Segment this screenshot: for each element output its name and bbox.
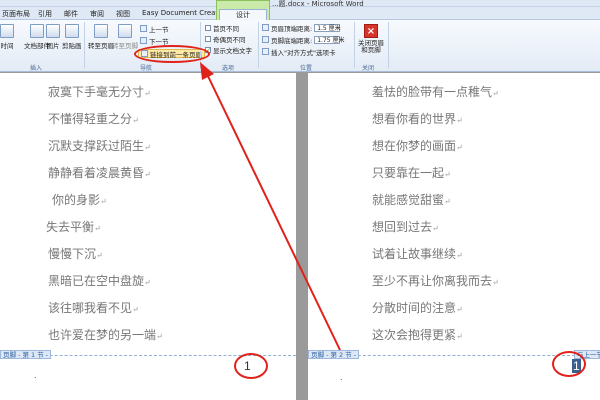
tab-page-layout[interactable]: 页面布局 <box>2 9 30 19</box>
text-line: 想在你梦的画面↵ <box>372 139 463 153</box>
checkbox-unchecked <box>205 35 211 42</box>
group-separator <box>354 22 355 68</box>
checkbox-unchecked <box>205 24 211 31</box>
text-line: 就能感觉甜蜜↵ <box>372 193 451 207</box>
text-line: 这次会抱得更紧↵ <box>372 328 463 342</box>
header-distance-icon <box>262 24 269 31</box>
tab-mailings[interactable]: 邮件 <box>64 9 78 19</box>
text-line: 失去平衡↵ <box>46 220 101 234</box>
tab-view[interactable]: 视图 <box>116 9 130 19</box>
tab-easy-document-creator[interactable]: Easy Document Creator <box>142 9 225 17</box>
page-left: 寂寞下手毫无分寸↵ 不懂得轻重之分↵ 沉默支撑跃过陌生↵ 静静看着凌晨黄昏↵ 你… <box>0 73 296 400</box>
clip-art-button[interactable]: 剪贴画 <box>62 24 82 50</box>
ribbon-tab-bar: 页面布局 引用 邮件 审阅 视图 Easy Document Creator <box>0 7 600 20</box>
annotation-ellipse-page-number <box>234 353 268 379</box>
prev-section-icon <box>140 25 147 32</box>
footer-section-tag: 页脚 - 第 1 节 - <box>0 350 52 359</box>
group-label-close: 关闭 <box>362 65 375 72</box>
document-area: 寂寞下手毫无分寸↵ 不懂得轻重之分↵ 沉默支撑跃过陌生↵ 静静看着凌晨黄昏↵ 你… <box>0 73 600 400</box>
show-document-text-checkbox[interactable]: ✓ 显示文档文字 <box>205 45 252 55</box>
prev-section-button[interactable]: 上一节 <box>140 24 169 34</box>
group-separator <box>200 22 201 68</box>
annotation-ellipse-link-button <box>134 45 210 63</box>
title-bar: ...题.docx - Microsoft Word <box>0 0 600 8</box>
paragraph-mark: . <box>340 373 343 382</box>
close-icon: × <box>364 24 378 38</box>
page-right: 羞怯的脸带有一点稚气↵ 想看你看的世界↵ 想在你梦的画面↵ 只要靠在一起↵ 就能… <box>308 73 600 400</box>
calendar-icon <box>0 24 14 38</box>
group-separator <box>388 22 389 68</box>
text-line: 分散时间的注意↵ <box>372 301 463 315</box>
text-line: 慢慢下沉↵ <box>48 247 103 261</box>
quick-parts-icon <box>30 24 44 38</box>
ribbon: 时间 文档部件 图片 剪贴画 插入 转至页眉 转至页脚 上一节 下一节 链接到前… <box>0 20 600 72</box>
paragraph-mark: . <box>34 371 37 380</box>
text-line: 只要靠在一起↵ <box>372 166 451 180</box>
text-line: 你的身影↵ <box>52 193 107 207</box>
next-section-icon <box>140 37 147 44</box>
header-top-distance: 页眉顶端距离: 1.5 厘米 <box>262 23 341 33</box>
next-section-button[interactable]: 下一节 <box>140 36 169 46</box>
footer-bottom-distance-input[interactable]: 1.75 厘米 <box>314 35 344 44</box>
group-separator <box>258 22 259 68</box>
group-label-insert: 插入 <box>30 65 43 72</box>
group-label-options: 选项 <box>222 65 235 72</box>
picture-button[interactable]: 图片 <box>46 24 60 50</box>
text-line: 沉默支撑跃过陌生↵ <box>48 139 151 153</box>
footer-section-tag: 页脚 - 第 2 节 - <box>308 350 360 359</box>
close-header-footer-button[interactable]: × 关闭页眉和页脚 <box>356 24 386 54</box>
footer-bottom-distance: 页脚底端距离: 1.75 厘米 <box>262 35 344 45</box>
text-line: 黑暗已在空中盘旋↵ <box>48 274 151 288</box>
group-label-navigation: 导航 <box>140 65 153 72</box>
first-page-different-checkbox[interactable]: 首页不同 <box>205 23 239 33</box>
odd-even-different-checkbox[interactable]: 奇偶页不同 <box>205 34 246 44</box>
header-top-distance-input[interactable]: 1.5 厘米 <box>314 23 341 32</box>
goto-header-icon <box>94 24 108 38</box>
tab-review[interactable]: 审阅 <box>90 9 104 19</box>
group-separator <box>84 22 85 68</box>
footer-distance-icon <box>262 36 269 43</box>
tab-references[interactable]: 引用 <box>38 9 52 19</box>
insert-align-tab-button[interactable]: 插入"对齐方式"选项卡 <box>262 47 335 57</box>
text-line: 至少不再让你离我而去↵ <box>372 274 499 288</box>
text-line: 羞怯的脸带有一点稚气↵ <box>372 85 499 99</box>
text-line: 想回到过去↵ <box>372 220 439 234</box>
align-tab-icon <box>262 48 269 55</box>
date-time-button[interactable]: 时间 <box>0 24 14 50</box>
text-line: 不懂得轻重之分↵ <box>48 112 139 126</box>
picture-icon <box>46 24 60 38</box>
annotation-ellipse-page-number <box>552 351 586 377</box>
text-line: 想看你看的世界↵ <box>372 112 463 126</box>
group-label-position: 位置 <box>300 65 313 72</box>
text-line: 寂寞下手毫无分寸↵ <box>48 85 151 99</box>
goto-footer-icon <box>118 24 132 38</box>
text-line: 静静看着凌晨黄昏↵ <box>48 166 151 180</box>
goto-footer-button[interactable]: 转至页脚 <box>112 24 138 50</box>
text-line: 该往哪我看不见↵ <box>48 301 139 315</box>
clip-art-icon <box>64 24 79 38</box>
text-line: 试着让故事继续↵ <box>372 247 463 261</box>
goto-header-button[interactable]: 转至页眉 <box>88 24 114 50</box>
text-line: 也许爱在梦的另一端↵ <box>48 328 163 342</box>
